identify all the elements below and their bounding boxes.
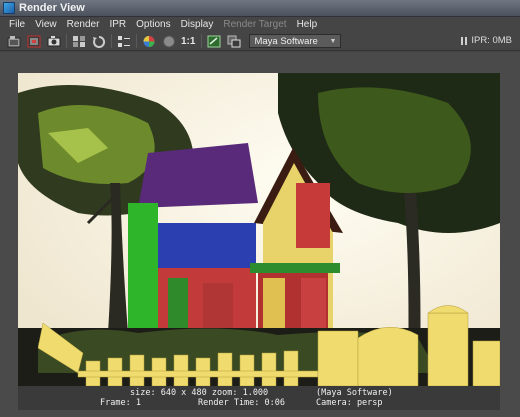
render-time-text: Render Time: 0:06	[198, 398, 285, 408]
rendered-image[interactable]	[18, 73, 500, 386]
ipr-memory-status: IPR: 0MB	[461, 35, 512, 46]
title-bar: Render View	[0, 0, 520, 17]
pause-icon[interactable]	[461, 36, 468, 45]
menu-render-target: Render Target	[223, 19, 287, 30]
menu-display[interactable]: Display	[176, 19, 219, 30]
renderer-dropdown[interactable]: Maya Software ▼	[249, 34, 342, 48]
render-frame-icon[interactable]	[26, 34, 41, 48]
render-size-text: size: 640 x 480 zoom: 1.000	[130, 388, 269, 398]
render-viewport: size: 640 x 480 zoom: 1.000 (Maya Softwa…	[0, 52, 520, 417]
frame-text: Frame: 1	[100, 398, 141, 408]
menu-help[interactable]: Help	[292, 19, 323, 30]
renderer-value: Maya Software	[254, 35, 318, 47]
refresh-icon[interactable]	[91, 34, 106, 48]
real-size-button[interactable]: 1:1	[181, 36, 195, 47]
menu-options[interactable]: Options	[131, 19, 175, 30]
menu-bar: File View Render IPR Options Display Ren…	[0, 17, 520, 32]
toolbar-separator	[111, 34, 112, 48]
render-toolbar: 1:1 Maya Software ▼ IPR: 0MB	[0, 32, 520, 51]
window-title: Render View	[19, 2, 85, 14]
renderer-info-text: (Maya Software)	[316, 388, 393, 398]
render-info-hud: size: 640 x 480 zoom: 1.000 (Maya Softwa…	[18, 386, 500, 410]
toolbar-separator	[201, 34, 203, 48]
menu-file[interactable]: File	[4, 19, 30, 30]
rgb-channels-icon[interactable]	[141, 34, 156, 48]
region-render-icon[interactable]	[116, 34, 131, 48]
ipr-render-icon[interactable]	[71, 34, 86, 48]
maya-app-icon	[3, 2, 15, 14]
menu-render[interactable]: Render	[62, 19, 105, 30]
keep-image-icon[interactable]	[206, 34, 221, 48]
toolbar-separator	[136, 34, 137, 48]
remove-image-icon[interactable]	[226, 34, 241, 48]
open-image-icon[interactable]	[6, 34, 21, 48]
alpha-channel-icon[interactable]	[161, 34, 176, 48]
chevron-down-icon: ▼	[329, 37, 337, 45]
menu-view[interactable]: View	[30, 19, 62, 30]
ipr-memory-label: IPR: 0MB	[471, 35, 512, 46]
menu-ipr[interactable]: IPR	[104, 19, 131, 30]
snapshot-camera-icon[interactable]	[46, 34, 61, 48]
camera-text: Camera: persp	[316, 398, 383, 408]
toolbar-separator	[66, 34, 67, 48]
